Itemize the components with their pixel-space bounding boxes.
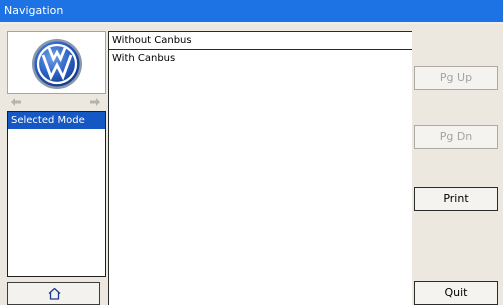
option-list: Without Canbus With Canbus bbox=[108, 31, 412, 305]
page-up-button[interactable]: Pg Up bbox=[414, 66, 498, 90]
home-button[interactable] bbox=[7, 282, 100, 305]
window-title: Navigation bbox=[4, 4, 64, 17]
left-panel: Selected Mode bbox=[7, 31, 106, 277]
mode-navigation-arrows bbox=[7, 94, 106, 111]
quit-button[interactable]: Quit bbox=[414, 281, 498, 305]
home-icon bbox=[48, 287, 61, 300]
page-down-button[interactable]: Pg Dn bbox=[414, 125, 498, 149]
window-title-bar: Navigation bbox=[0, 0, 503, 24]
print-button[interactable]: Print bbox=[414, 187, 498, 211]
selected-mode-item[interactable]: Selected Mode bbox=[8, 112, 105, 129]
arrow-left-icon[interactable] bbox=[10, 96, 22, 108]
brand-logo-box bbox=[7, 31, 106, 94]
mode-list: Selected Mode bbox=[7, 111, 106, 277]
list-item-without-canbus[interactable]: Without Canbus bbox=[109, 32, 412, 50]
arrow-right-icon[interactable] bbox=[89, 96, 101, 108]
volkswagen-logo bbox=[32, 39, 82, 89]
list-item-with-canbus[interactable]: With Canbus bbox=[109, 50, 412, 68]
